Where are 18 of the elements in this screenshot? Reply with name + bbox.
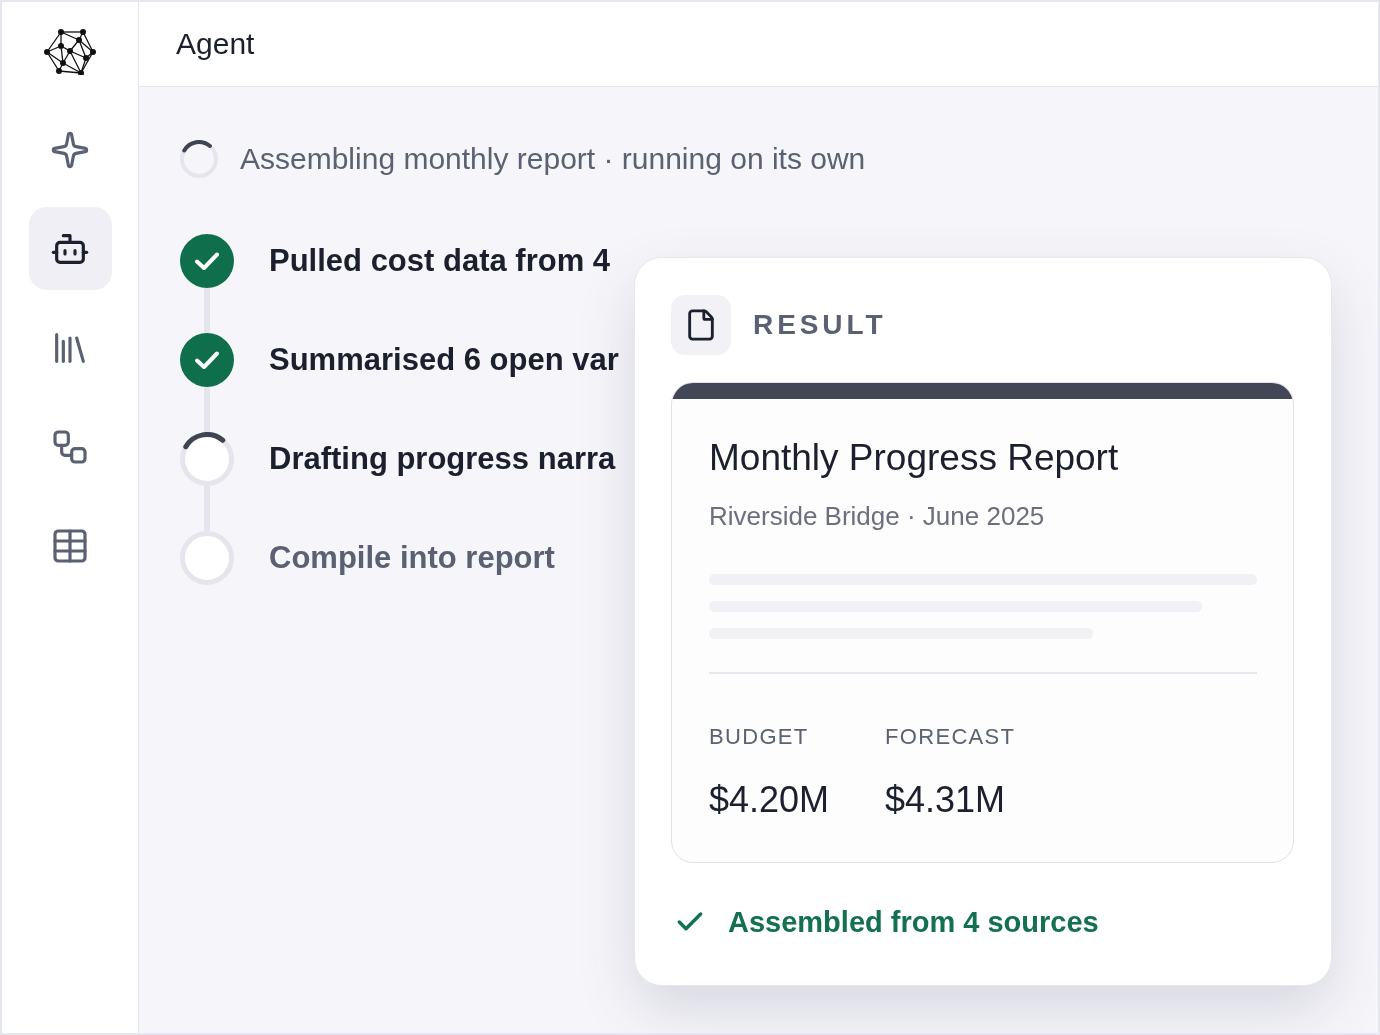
step-label: Drafting progress narra — [269, 440, 616, 478]
step-label: Pulled cost data from 4 — [269, 242, 611, 280]
sidebar-nav-button[interactable] — [28, 207, 112, 290]
step-label: Compile into report — [269, 539, 555, 577]
metric-value: $4.20M — [709, 778, 831, 822]
run-status-text: Assembling monthly report · running on its own — [240, 141, 866, 177]
metric-label: FORECAST — [885, 723, 1017, 751]
report-subtitle: Riverside Bridge · June 2025 — [709, 500, 1046, 532]
report-title: Monthly Progress Report — [709, 436, 1120, 480]
page-title: Agent — [176, 26, 255, 62]
metric-label: BUDGET — [709, 723, 810, 751]
metric-value: $4.31M — [885, 778, 1007, 822]
sparkle-icon — [50, 129, 90, 170]
document-icon — [671, 295, 731, 355]
step-label: Summarised 6 open var — [269, 341, 619, 379]
network-logo-icon — [44, 29, 96, 75]
sources-note: Assembled from 4 sources — [728, 905, 1099, 939]
result-heading: RESULT — [753, 308, 887, 342]
